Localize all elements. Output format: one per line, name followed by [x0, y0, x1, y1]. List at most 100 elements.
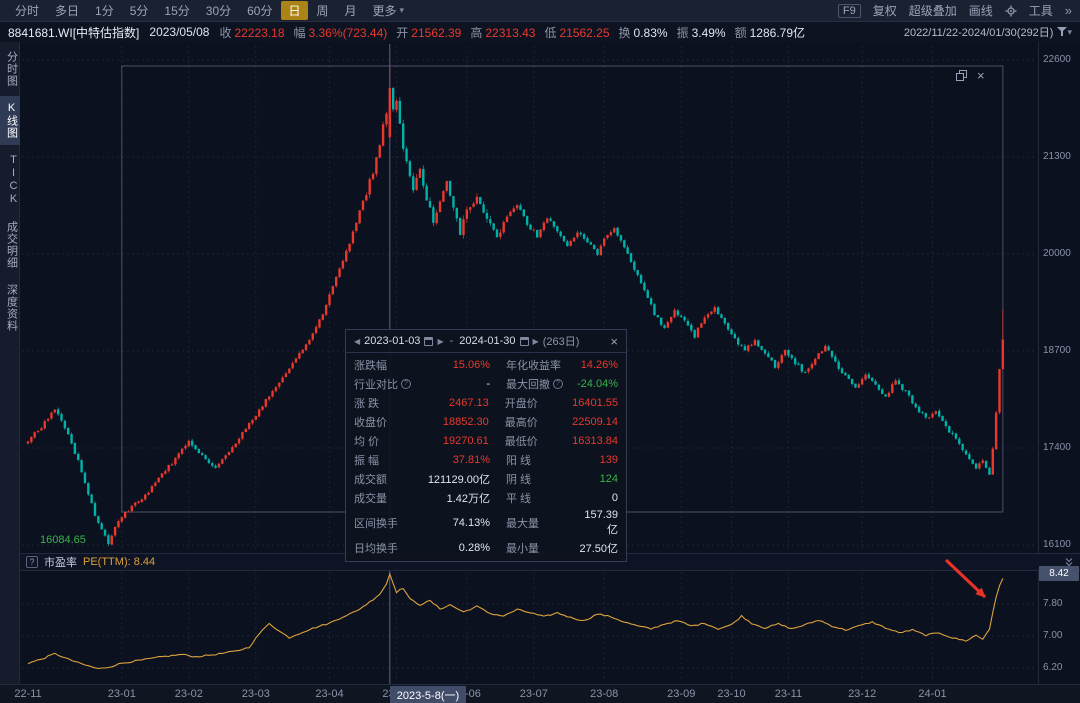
x-axis-label-22-11: 22-11 [6, 688, 50, 700]
pe-line [28, 574, 1003, 668]
stats-end-date[interactable]: 2024-01-30 [459, 335, 515, 347]
next-date-icon[interactable]: ▶ [437, 337, 443, 346]
date-range-text: 2022/11/22-2024/01/30(292日) [904, 24, 1054, 40]
prev-date-icon[interactable]: ◀ [354, 337, 360, 346]
price-axis-label: 18700 [1043, 345, 1079, 356]
tool-F9[interactable]: F9 [838, 4, 861, 18]
help-icon[interactable]: ? [401, 379, 411, 389]
tool-超级叠加[interactable]: 超级叠加 [909, 2, 957, 19]
stats-row: 日均换手0.28%最小量27.50亿 [346, 538, 626, 557]
funnel-icon[interactable] [1057, 27, 1067, 37]
calendar-icon[interactable] [424, 337, 433, 346]
help-icon[interactable]: ? [553, 379, 563, 389]
stats-row: 收盘价18852.30最高价22509.14 [346, 412, 626, 431]
x-axis-label-23-02: 23-02 [167, 688, 211, 700]
crosshair-date-badge: 2023-5-8(一) [390, 686, 466, 703]
stats-row: 涨跌幅15.06%年化收益率14.26% [346, 355, 626, 374]
tool-画线[interactable]: 画线 [969, 2, 993, 19]
stats-row: 行业对比?-最大回撤?-24.04% [346, 374, 626, 393]
range-caret-icon[interactable]: ▾ [1067, 27, 1072, 38]
price-axis-label: 16100 [1043, 539, 1079, 550]
quote-info-bar: 8841681.WI[中特估指数] 2023/05/08 收22223.18 幅3… [0, 22, 1080, 42]
tool-复权[interactable]: 复权 [873, 2, 897, 19]
pe-axis-label: 6.20 [1043, 662, 1079, 673]
period-tab-60分[interactable]: 60分 [240, 1, 279, 20]
quote-field-幅: 幅3.36%(723.44) [294, 24, 388, 41]
rail-tab-TICK[interactable]: TICK [0, 148, 20, 212]
pane-window-controls: × [956, 68, 985, 83]
close-pane-icon[interactable]: × [977, 68, 985, 83]
date-range[interactable]: 2022/11/22-2024/01/30(292日) ▾ [904, 24, 1072, 40]
x-axis-label-23-07: 23-07 [512, 688, 556, 700]
close-stats-icon[interactable]: × [610, 335, 618, 348]
period-tab-多日[interactable]: 多日 [48, 1, 86, 20]
rail-tab-K线图[interactable]: K线图 [0, 96, 20, 145]
symbol-name: 8841681.WI[中特估指数] [8, 24, 139, 41]
stats-header: ◀ 2023-01-03 ▶ - 2024-01-30 ▶ (263日) × [346, 330, 626, 353]
quote-field-收: 收22223.18 [219, 24, 284, 41]
x-axis-label-23-04: 23-04 [308, 688, 352, 700]
price-axis-label: 17400 [1043, 442, 1079, 453]
quote-field-高: 高22313.43 [470, 24, 535, 41]
gear-icon[interactable] [1005, 5, 1017, 17]
stats-row: 区间换手74.13%最大量157.39亿 [346, 507, 626, 538]
left-panel-tabs: 分时图 K线图 TICK 成交明细深度资料 [0, 42, 20, 684]
pe-axis-label: 7.00 [1043, 630, 1079, 641]
x-axis-label-23-11: 23-11 [766, 688, 810, 700]
period-tab-30分[interactable]: 30分 [199, 1, 238, 20]
rail-tab-分时图[interactable]: 分时图 [0, 45, 20, 93]
quote-date: 2023/05/08 [149, 25, 209, 39]
rail-tab-成交明细[interactable]: 成交明细 [0, 215, 20, 275]
toolbar-right: F9 复权超级叠加画线 工具 » [838, 2, 1072, 19]
quote-field-额: 额1286.79亿 [735, 24, 805, 41]
period-tab-15分[interactable]: 15分 [157, 1, 196, 20]
quote-field-振: 振3.49% [677, 24, 726, 41]
x-axis-label-23-01: 23-01 [100, 688, 144, 700]
date-axis: 2023-5-8(一) 22-1123-0123-0223-0323-0423-… [0, 684, 1080, 703]
stats-row: 均 价19270.61最低价16313.84 [346, 431, 626, 450]
pe-panel-title: 市盈率 [44, 554, 77, 570]
help-icon[interactable]: ? [26, 556, 38, 568]
calendar-icon[interactable] [520, 337, 529, 346]
stats-row: 涨 跌2467.13开盘价16401.55 [346, 393, 626, 412]
price-axis-label: 20000 [1043, 248, 1079, 259]
x-axis-label-24-01: 24-01 [911, 688, 955, 700]
stats-row: 成交量1.42万亿平 线0 [346, 488, 626, 507]
pe-value-label: PE(TTM): 8.44 [83, 556, 155, 568]
more-tools-icon[interactable]: » [1065, 3, 1072, 18]
quote-field-开: 开21562.39 [396, 24, 461, 41]
next-date-icon[interactable]: ▶ [533, 337, 539, 346]
x-axis-label-23-12: 23-12 [840, 688, 884, 700]
rail-tab-深度资料[interactable]: 深度资料 [0, 278, 20, 338]
pe-current-value-badge: 8.42 [1039, 566, 1079, 581]
quote-fields: 收22223.18 幅3.36%(723.44) 开21562.39 高22313.4… [219, 24, 805, 41]
stats-row: 振 幅37.81%阳 线139 [346, 450, 626, 469]
stats-day-count: (263日) [543, 333, 580, 349]
period-tab-月[interactable]: 月 [338, 1, 364, 20]
stats-rows: 涨跌幅15.06%年化收益率14.26%行业对比?-最大回撤?-24.04%涨 … [346, 353, 626, 561]
interval-stats-window: ◀ 2023-01-03 ▶ - 2024-01-30 ▶ (263日) × 涨… [345, 329, 627, 562]
price-axis-label: 21300 [1043, 151, 1079, 162]
period-tab-1分[interactable]: 1分 [88, 1, 121, 20]
period-toolbar: 分时多日1分5分15分30分60分日周月更多 ▾ F9 复权超级叠加画线 工具 » [0, 0, 1080, 22]
period-tab-更多[interactable]: 更多 [366, 1, 404, 20]
trading-terminal: 分时多日1分5分15分30分60分日周月更多 ▾ F9 复权超级叠加画线 工具 »… [0, 0, 1080, 703]
stats-start-date[interactable]: 2023-01-03 [364, 335, 420, 347]
quote-field-低: 低21562.25 [544, 24, 609, 41]
x-axis-label-23-09: 23-09 [659, 688, 703, 700]
period-tab-分时[interactable]: 分时 [8, 1, 46, 20]
stats-row: 成交额121129.00亿阴 线124 [346, 469, 626, 488]
restore-pane-icon[interactable] [956, 70, 967, 81]
period-tabs: 分时多日1分5分15分30分60分日周月更多 [8, 1, 404, 20]
price-axis-label: 22600 [1043, 54, 1079, 65]
x-axis-label-23-08: 23-08 [582, 688, 626, 700]
period-tab-日[interactable]: 日 [281, 1, 307, 20]
period-tab-周[interactable]: 周 [310, 1, 336, 20]
x-axis-label-23-10: 23-10 [710, 688, 754, 700]
more-caret-icon: ▾ [400, 5, 405, 16]
pe-axis-label: 7.80 [1043, 598, 1079, 609]
date-separator: - [448, 335, 456, 347]
period-tab-5分[interactable]: 5分 [123, 1, 156, 20]
low-price-annotation: 16084.65 [40, 534, 86, 546]
tool-工具[interactable]: 工具 [1029, 2, 1053, 19]
